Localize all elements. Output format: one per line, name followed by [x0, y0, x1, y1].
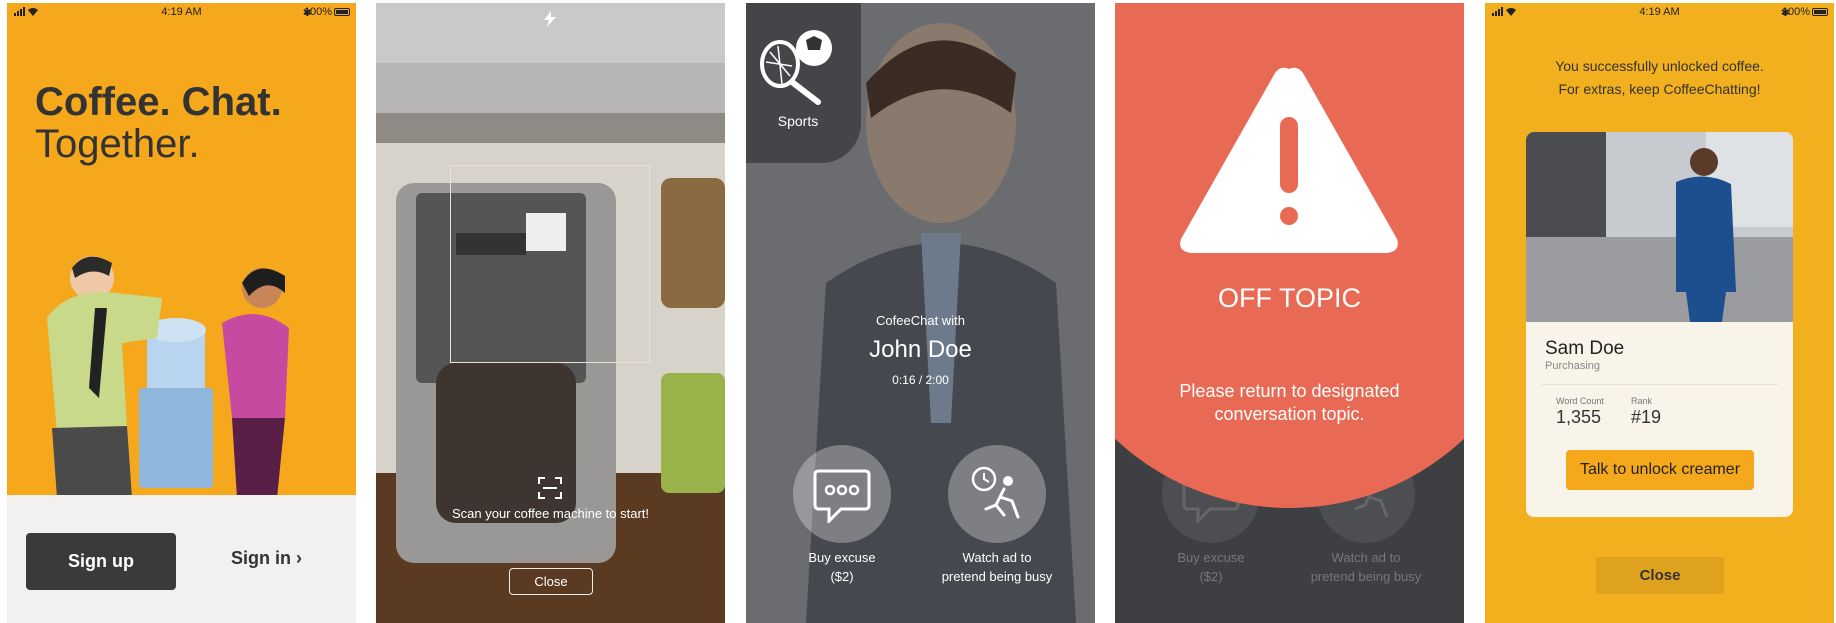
- watch-ad-subtext: pretend being busy: [941, 569, 1053, 584]
- word-count-value: 1,355: [1556, 407, 1602, 427]
- alert-title: OFF TOPIC: [1217, 283, 1361, 313]
- scan-frame: [450, 165, 650, 363]
- sign-in-link[interactable]: Sign in ›: [231, 548, 302, 569]
- watch-ad-button[interactable]: [948, 445, 1046, 543]
- watch-ad-caption: Watch ad to pretend being busy: [916, 548, 1078, 586]
- topic-badge: Sports: [746, 3, 861, 163]
- watch-ad-caption-disabled: Watch ad to pretend being busy: [1285, 548, 1447, 586]
- chat-screen: Sports CofeeChat with John Doe 0:16 / 2:…: [746, 3, 1095, 623]
- profile-card: Sam Doe Purchasing Word Count 1,355 Rank…: [1526, 132, 1793, 517]
- office-chat-illustration: [47, 256, 289, 498]
- chat-with-label: CofeeChat with: [876, 313, 965, 328]
- chat-timer: 0:16 / 2:00: [892, 373, 949, 387]
- buy-excuse-price: ($2): [830, 569, 854, 584]
- buy-excuse-caption: Buy excuse ($2): [776, 548, 908, 586]
- unlock-message-line1: You successfully unlocked coffee.: [1555, 58, 1764, 74]
- watch-ad-text: Watch ad to: [1331, 550, 1401, 565]
- welcome-screen: 4:19 AM ✱ 100% Coffee. Chat. Together. S…: [7, 3, 356, 623]
- unlock-message: You successfully unlocked coffee. For ex…: [1485, 55, 1834, 101]
- close-button[interactable]: Close: [509, 568, 593, 595]
- profile-name: Sam Doe: [1545, 338, 1625, 359]
- battery-percent: 100%: [303, 6, 332, 18]
- battery-icon: [1812, 8, 1828, 16]
- scan-icon: [538, 477, 562, 499]
- word-count-label: Word Count: [1556, 396, 1604, 406]
- watch-ad-subtext: pretend being busy: [1310, 569, 1422, 584]
- scan-screen: Scan your coffee machine to start! Close: [376, 3, 725, 623]
- alert-message-line2: conversation topic.: [1214, 404, 1365, 424]
- buy-excuse-caption-disabled: Buy excuse ($2): [1145, 548, 1277, 586]
- headline-regular: Together.: [35, 122, 200, 166]
- sign-up-button[interactable]: Sign up: [26, 533, 176, 590]
- buy-excuse-button[interactable]: [793, 445, 891, 543]
- status-bar: 4:19 AM ✱ 100%: [1485, 3, 1834, 21]
- unlocked-screen: 4:19 AM ✱ 100% You successfully unlocked…: [1485, 3, 1834, 623]
- rank-label: Rank: [1631, 396, 1653, 406]
- battery-icon: [334, 8, 350, 16]
- profile-role: Purchasing: [1545, 360, 1601, 372]
- buy-excuse-text: Buy excuse: [808, 550, 876, 565]
- buy-excuse-text: Buy excuse: [1177, 550, 1245, 565]
- scan-instruction: Scan your coffee machine to start!: [451, 506, 650, 521]
- profile-photo: [1526, 132, 1793, 322]
- watch-ad-text: Watch ad to: [962, 550, 1032, 565]
- topic-label: Sports: [777, 113, 819, 129]
- partner-name: John Doe: [869, 336, 972, 363]
- battery-percent: 100%: [1781, 6, 1810, 18]
- warning-icon: [1180, 67, 1398, 254]
- busy-running-icon: [971, 466, 1020, 519]
- flash-icon[interactable]: [543, 11, 557, 27]
- unlock-message-line2: For extras, keep CoffeeChatting!: [1558, 81, 1761, 97]
- chat-bubble-icon: [813, 469, 871, 523]
- alert-message-line1: Please return to designated: [1179, 381, 1400, 401]
- headline-bold: Coffee. Chat.: [35, 80, 282, 124]
- unlock-creamer-button[interactable]: Talk to unlock creamer: [1566, 450, 1754, 490]
- sports-icon: [760, 30, 832, 105]
- headline: Coffee. Chat. Together.: [35, 81, 282, 165]
- status-bar: 4:19 AM ✱ 100%: [7, 3, 356, 21]
- buy-excuse-price: ($2): [1199, 569, 1223, 584]
- card-divider: [1541, 384, 1778, 385]
- off-topic-screen: Buy excuse ($2) Watch ad to pretend bein…: [1115, 3, 1464, 623]
- rank-value: #19: [1631, 407, 1662, 427]
- close-button[interactable]: Close: [1596, 557, 1724, 594]
- alert-message: Please return to designated conversation…: [1135, 380, 1444, 426]
